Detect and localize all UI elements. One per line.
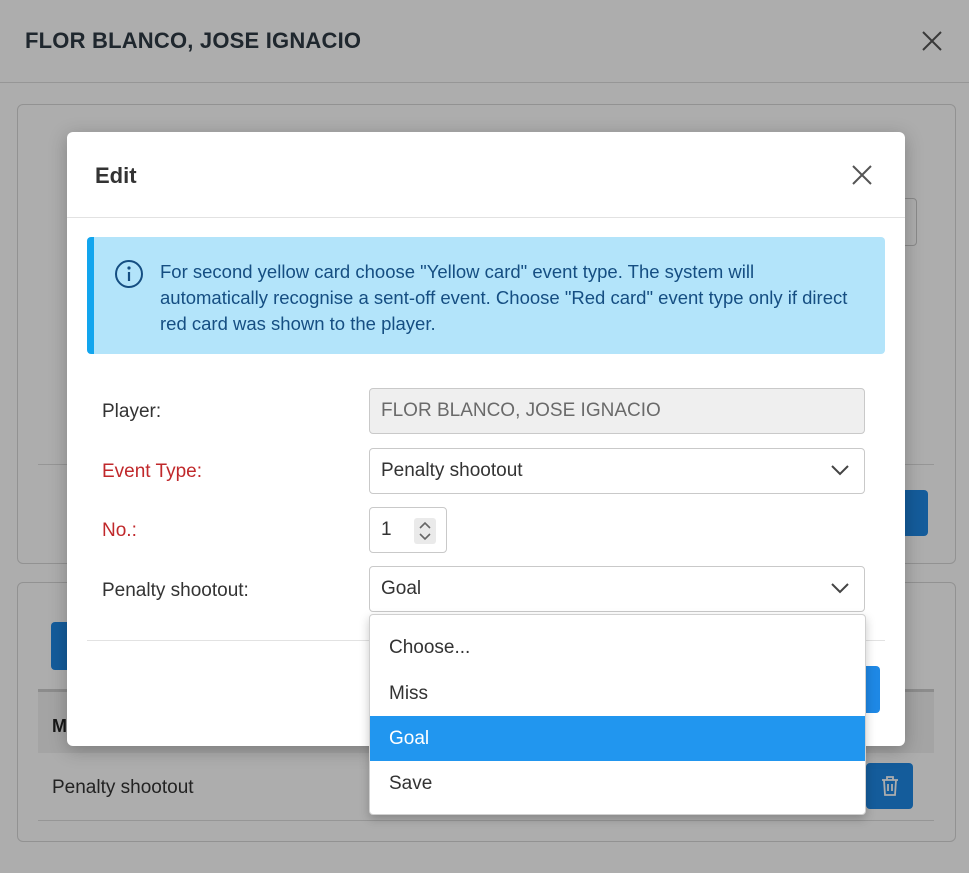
modal-title: Edit — [95, 163, 137, 188]
chevron-down-icon — [831, 465, 849, 476]
event-type-select[interactable]: Penalty shootout — [369, 448, 865, 494]
number-input[interactable]: 1 — [369, 507, 447, 553]
number-value: 1 — [381, 519, 392, 540]
option-goal[interactable]: Goal — [370, 716, 865, 761]
option-choose[interactable]: Choose... — [370, 625, 865, 670]
option-save[interactable]: Save — [370, 761, 865, 806]
penalty-shootout-label: Penalty shootout: — [102, 580, 249, 601]
chevron-down-icon — [831, 583, 849, 594]
option-miss[interactable]: Miss — [370, 671, 865, 716]
alert-text: For second yellow card choose "Yellow ca… — [160, 261, 848, 334]
spinner-arrows-icon[interactable] — [414, 518, 436, 544]
close-icon[interactable] — [850, 163, 874, 187]
info-alert: For second yellow card choose "Yellow ca… — [87, 237, 885, 354]
event-type-value: Penalty shootout — [381, 460, 523, 481]
event-type-label: Event Type: — [102, 461, 202, 482]
penalty-shootout-options: Choose... Miss Goal Save — [369, 614, 866, 815]
modal-header: Edit — [67, 132, 905, 218]
info-circle-icon — [115, 260, 143, 288]
player-field: FLOR BLANCO, JOSE IGNACIO — [369, 388, 865, 434]
penalty-shootout-value: Goal — [381, 578, 422, 599]
player-label: Player: — [102, 401, 162, 422]
number-label: No.: — [102, 520, 137, 541]
penalty-shootout-select[interactable]: Goal — [369, 566, 865, 612]
